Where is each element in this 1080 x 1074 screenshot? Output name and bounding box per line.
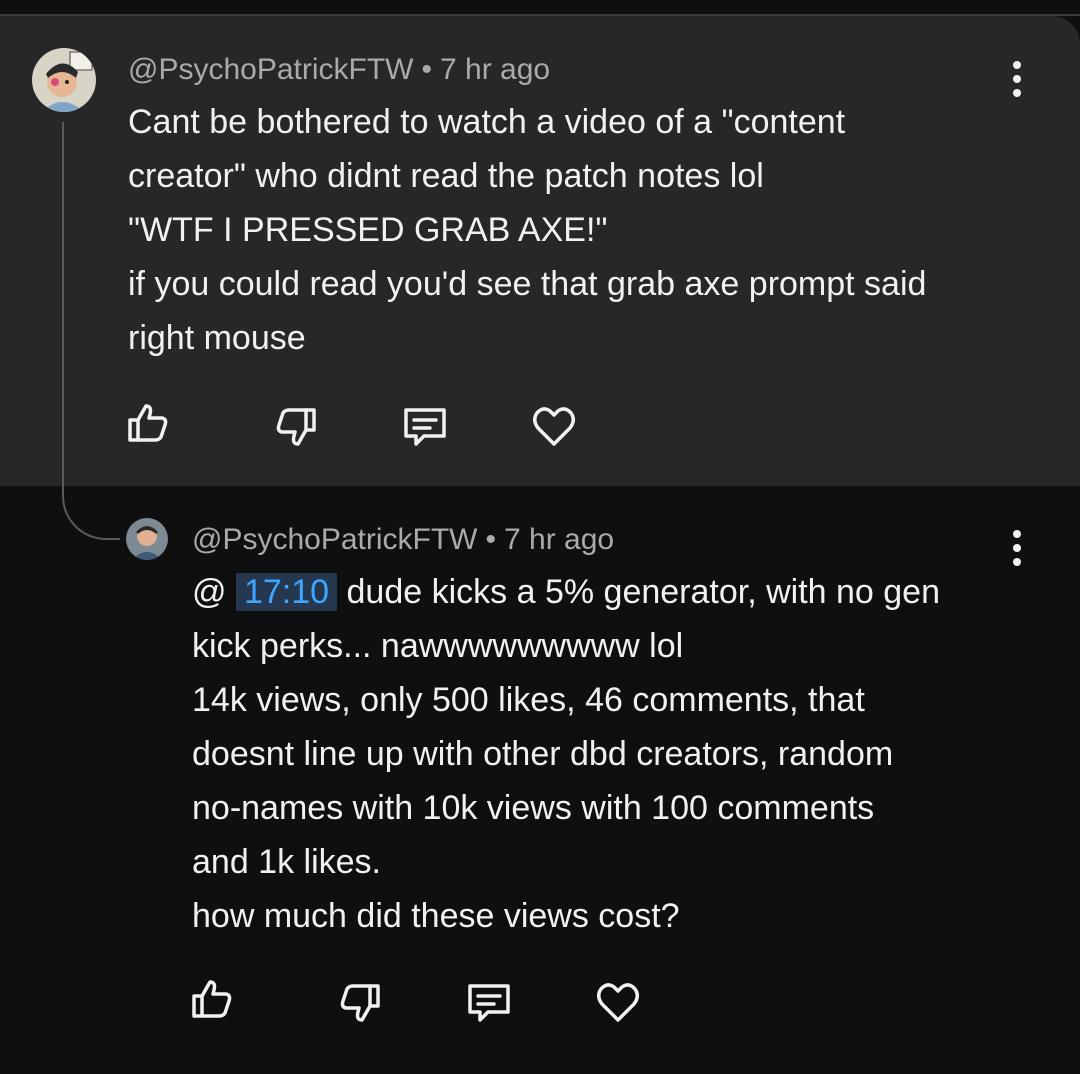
comment-time[interactable]: 7 hr ago	[504, 523, 614, 556]
comment-line: doesnt line up with other dbd creators, …	[192, 735, 894, 773]
heart-icon[interactable]	[528, 400, 580, 452]
comment-line: 14k views, only 500 likes, 46 comments, …	[192, 681, 865, 719]
comment-line: and 1k likes.	[192, 843, 381, 881]
reply-icon[interactable]	[400, 400, 452, 452]
reply-icon[interactable]	[464, 976, 516, 1028]
mention-prefix: @	[192, 573, 227, 611]
comment-line: kick perks... nawwwwwwwww lol	[192, 627, 684, 665]
author-name[interactable]: @PsychoPatrickFTW	[192, 523, 477, 556]
avatar-icon[interactable]	[32, 48, 96, 112]
comment-line: "WTF I PRESSED GRAB AXE!"	[128, 211, 608, 249]
more-vert-icon[interactable]	[1002, 523, 1032, 573]
heart-icon[interactable]	[592, 976, 644, 1028]
comment-line: @ 17:10 dude kicks a 5% generator, with …	[192, 565, 940, 619]
comment-line: no-names with 10k views with 100 comment…	[192, 789, 875, 827]
timestamp-link[interactable]: 17:10	[235, 573, 338, 611]
comment-time[interactable]: 7 hr ago	[440, 53, 550, 86]
comment-text: dude kicks a 5% generator, with no gen	[346, 573, 941, 611]
comment-meta: @PsychoPatrickFTW • 7 hr ago	[128, 52, 550, 88]
meta-separator: •	[421, 53, 432, 86]
like-icon[interactable]	[186, 974, 238, 1026]
dislike-icon[interactable]	[270, 400, 322, 452]
comment-body: Cant be bothered to watch a video of a "…	[128, 95, 926, 365]
comment-line: how much did these views cost?	[192, 897, 680, 935]
more-vert-icon[interactable]	[1002, 54, 1032, 104]
thread-connector	[62, 470, 120, 540]
thread-line	[62, 122, 64, 494]
comment-meta: @PsychoPatrickFTW • 7 hr ago	[192, 522, 614, 558]
author-name[interactable]: @PsychoPatrickFTW	[128, 53, 413, 86]
meta-separator: •	[485, 523, 496, 556]
like-icon[interactable]	[122, 398, 174, 450]
comment-line: creator" who didnt read the patch notes …	[128, 157, 764, 195]
comment-body: @ 17:10 dude kicks a 5% generator, with …	[192, 565, 940, 943]
top-bar	[0, 0, 1080, 14]
comment-line: if you could read you'd see that grab ax…	[128, 265, 927, 303]
avatar-icon[interactable]	[126, 518, 168, 560]
comment-line: Cant be bothered to watch a video of a "…	[128, 103, 846, 141]
comment-line: right mouse	[128, 319, 306, 357]
dislike-icon[interactable]	[334, 976, 386, 1028]
